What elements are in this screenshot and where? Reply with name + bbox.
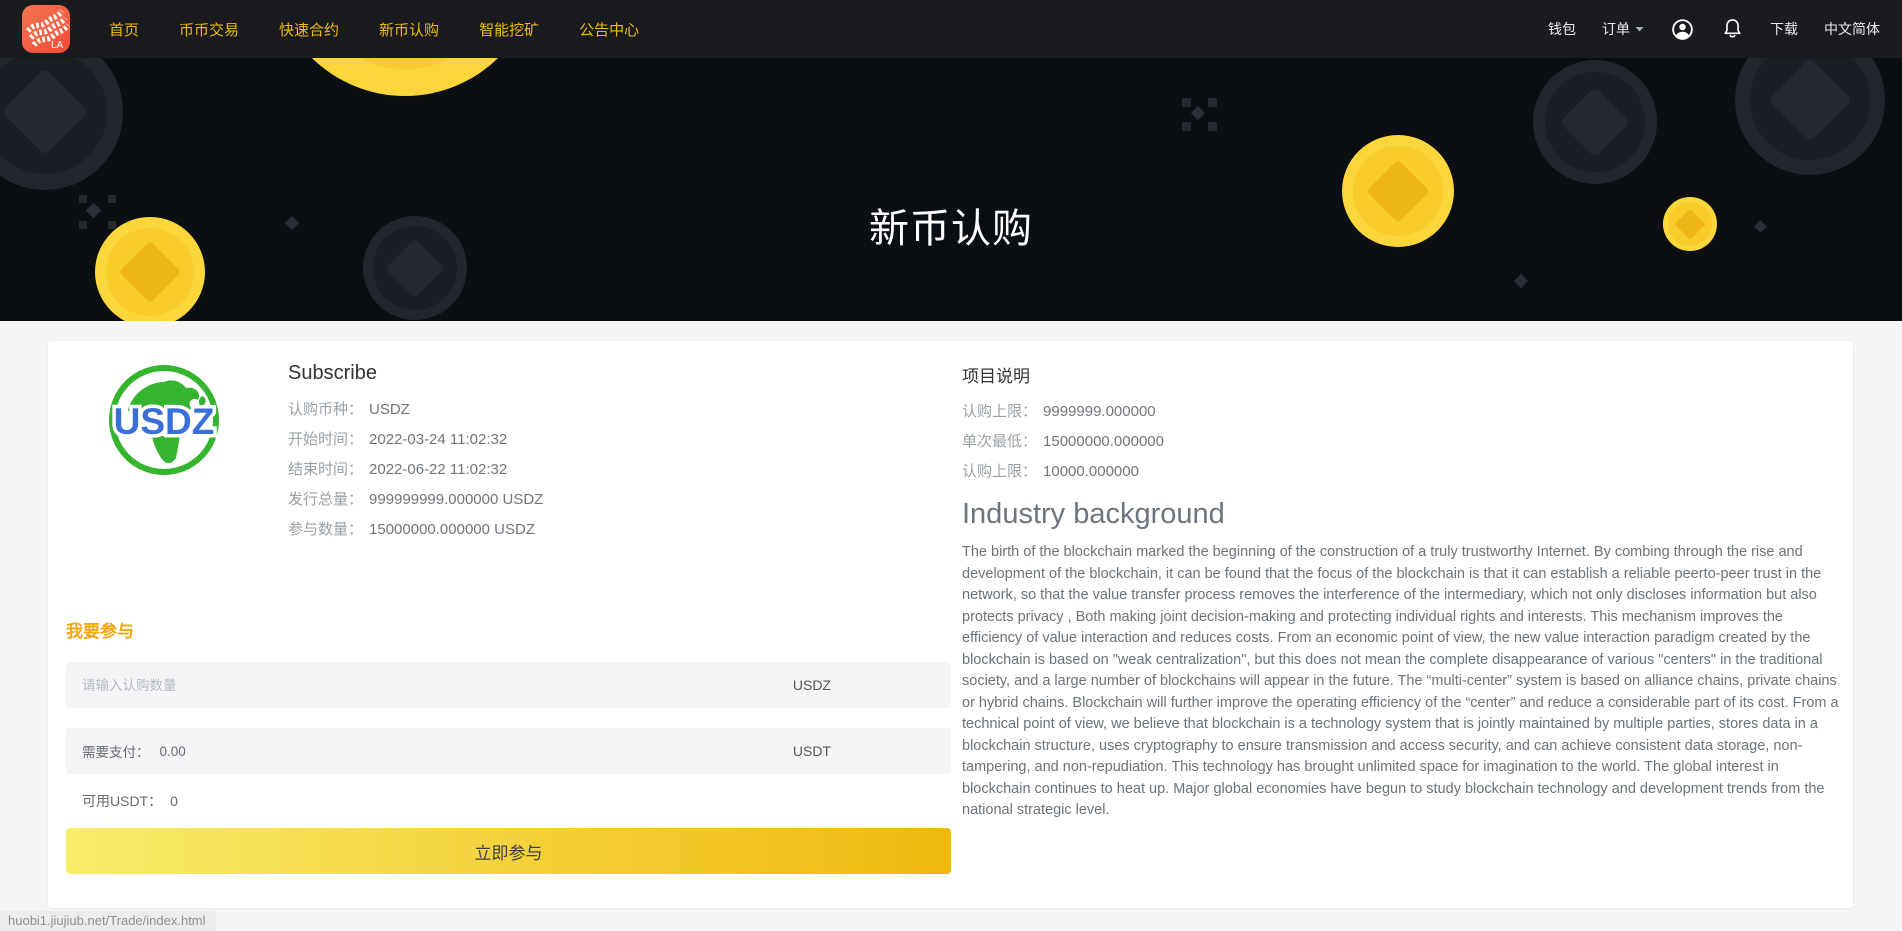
nav-item-home[interactable]: 首页 <box>109 19 139 40</box>
amount-unit-label: USDZ <box>792 677 831 693</box>
language-selector[interactable]: 中文简体 <box>1824 19 1880 39</box>
subscribe-coin-line: 认购币种： USDZ <box>288 401 410 418</box>
start-time-line: 开始时间： 2022-03-24 11:02:32 <box>288 431 508 448</box>
orders-label: 订单 <box>1602 21 1630 37</box>
page-title: 新币认购 <box>869 207 1033 251</box>
svg-text:USDZ: USDZ <box>114 401 215 442</box>
industry-background-text: The birth of the blockchain marked the b… <box>962 544 1839 818</box>
total-issuance-line: 发行总量： 999999999.000000 USDZ <box>288 491 544 508</box>
notifications-button[interactable] <box>1721 16 1744 42</box>
nav-item-smart-mining[interactable]: 智能挖矿 <box>479 19 539 40</box>
coin-decoration <box>1533 60 1657 184</box>
orders-dropdown[interactable]: 订单 <box>1602 19 1644 39</box>
account-button[interactable] <box>1670 17 1695 42</box>
subscribe-panel: USDZ Subscribe 认购币种： USDZ 开始时间： 2022-03-24… <box>66 362 951 908</box>
user-icon <box>1672 18 1693 40</box>
coin-decoration <box>95 217 205 321</box>
nav-item-spot-trade[interactable]: 币币交易 <box>179 19 239 40</box>
brand-logo[interactable]: LA <box>22 5 70 53</box>
coin-decoration <box>0 58 123 190</box>
content-card: USDZ Subscribe 认购币种： USDZ 开始时间： 2022-03-24… <box>48 341 1853 908</box>
status-url-tooltip: huobi1.jiujiub.net/Trade/index.html <box>0 911 216 931</box>
payment-value: 0.00 <box>159 743 186 759</box>
project-panel: 项目说明 认购上限： 9999999.000000 单次最低： 15000000.0… <box>951 362 1849 908</box>
available-value: 0 <box>170 793 178 809</box>
hero-banner: 新币认购 <box>0 58 1902 321</box>
nav-right: 钱包 订单 下载 中文简体 <box>1548 16 1880 42</box>
nav-item-fast-contract[interactable]: 快速合约 <box>279 19 339 40</box>
main-menu: 首页 币币交易 快速合约 新币认购 智能挖矿 公告中心 <box>109 19 639 40</box>
payment-label: 需要支付： <box>82 745 150 760</box>
coin-decoration <box>363 216 467 320</box>
wallet-link[interactable]: 钱包 <box>1548 19 1576 39</box>
svg-text:LA: LA <box>51 40 64 51</box>
logo-icon: LA <box>25 9 70 51</box>
nav-item-announcements[interactable]: 公告中心 <box>579 19 639 40</box>
amount-field-row: USDZ <box>66 662 951 708</box>
subscribe-heading: Subscribe <box>288 362 377 384</box>
amount-input[interactable] <box>82 677 682 693</box>
coin-decoration <box>1342 135 1454 247</box>
payment-field-row: 需要支付： 0.00 USDT <box>66 728 951 774</box>
bell-icon <box>1724 19 1741 38</box>
participate-heading: 我要参与 <box>66 622 134 641</box>
nav-item-new-coin-subscription[interactable]: 新币认购 <box>379 19 439 40</box>
usdz-coin-logo: USDZ <box>106 362 222 478</box>
chevron-down-icon <box>1635 27 1644 32</box>
available-balance-line: 可用USDT： 0 <box>82 791 951 811</box>
payment-unit-label: USDT <box>792 743 831 759</box>
available-label: 可用USDT： <box>82 793 163 809</box>
single-minimum-line: 单次最低： 15000000.000000 <box>962 433 1164 450</box>
subscription-cap-line: 认购上限： 9999999.000000 <box>962 403 1156 420</box>
project-heading: 项目说明 <box>962 367 1030 386</box>
download-link[interactable]: 下载 <box>1770 19 1798 39</box>
end-time-line: 结束时间： 2022-06-22 11:02:32 <box>288 461 508 478</box>
industry-background-heading: Industry background <box>962 498 1225 530</box>
coin-decoration <box>1663 197 1717 251</box>
participation-amount-line: 参与数量： 15000000.000000 USDZ <box>288 521 535 538</box>
coin-decoration <box>272 58 538 96</box>
top-nav: LA 首页 币币交易 快速合约 新币认购 智能挖矿 公告中心 钱包 订单 下载 … <box>0 0 1902 58</box>
join-now-button[interactable]: 立即参与 <box>66 828 951 874</box>
coin-decoration <box>1735 58 1885 175</box>
subscription-limit-line: 认购上限： 10000.000000 <box>962 463 1139 480</box>
